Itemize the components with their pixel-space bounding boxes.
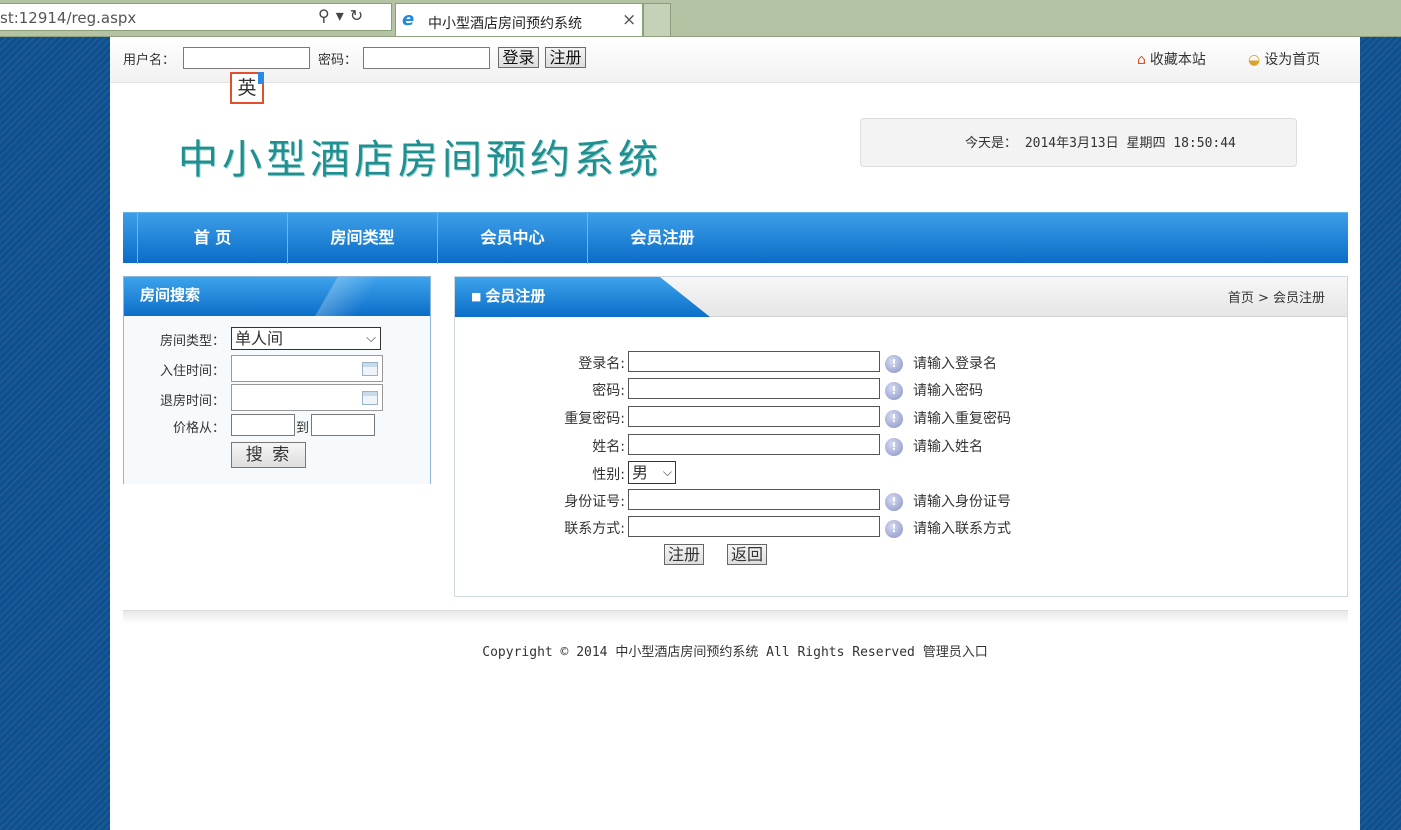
password-field-label: 密码: <box>592 383 625 399</box>
username-label: 用户名： <box>123 53 176 68</box>
real-name-hint: 请输入姓名 <box>913 439 983 455</box>
repeat-password-hint: 请输入重复密码 <box>913 411 1011 427</box>
register-panel-header: ■ 会员注册 首页 > 会员注册 <box>455 277 1347 317</box>
gender-value: 男 <box>632 463 649 482</box>
date-box: 今天是： 2014年3月13日 星期四 18:50:44 <box>860 118 1297 167</box>
repeat-password-input[interactable] <box>628 406 880 427</box>
gender-label: 性别: <box>592 467 625 483</box>
info-icon: ! <box>885 493 903 511</box>
browser-chrome: st:12914/reg.aspx ⚲▾↻ e 中小型酒店房间预约系统 × <box>0 0 1401 37</box>
nav-item-home[interactable]: 首 页 <box>137 213 287 264</box>
real-name-label: 姓名: <box>592 439 625 455</box>
calendar-icon[interactable] <box>362 362 378 376</box>
checkin-date-input[interactable] <box>231 355 383 382</box>
refresh-icon[interactable]: ↻ <box>350 6 369 25</box>
login-bar: 用户名： 密码： 登录 注册 ⌂ 收藏本站 ◒ 设为首页 <box>110 37 1360 83</box>
back-button[interactable]: 返回 <box>727 544 767 565</box>
register-panel: ■ 会员注册 首页 > 会员注册 登录名: ! 请输入登录名 密码: ! 请输入密… <box>454 276 1348 597</box>
password-hint: 请输入密码 <box>913 383 983 399</box>
room-type-label: 房间类型： <box>159 334 225 349</box>
ime-indicator: 英 <box>230 72 264 104</box>
id-number-input[interactable] <box>628 489 880 510</box>
chevron-down-icon: ⌵ <box>366 331 376 346</box>
address-icons: ⚲▾↻ <box>318 6 369 25</box>
copyright-text: Copyright © 2014 中小型酒店房间预约系统 All Rights … <box>482 645 988 660</box>
password-field-input[interactable] <box>628 378 880 399</box>
checkin-label: 入住时间： <box>159 364 225 379</box>
home-icon: ⌂ <box>1137 52 1146 68</box>
info-icon: ! <box>885 382 903 400</box>
checkout-date-input[interactable] <box>231 384 383 411</box>
tab-title: 中小型酒店房间预约系统 <box>428 16 582 32</box>
contact-hint: 请输入联系方式 <box>913 521 1011 537</box>
register-panel-title: ■ 会员注册 <box>455 277 710 317</box>
dropdown-icon[interactable]: ▾ <box>336 6 350 25</box>
hat-icon: ◒ <box>1248 52 1261 68</box>
chevron-down-icon: ⌵ <box>662 465 672 479</box>
search-icon[interactable]: ⚲ <box>318 6 336 25</box>
nav-item-member-center[interactable]: 会员中心 <box>437 213 587 264</box>
bookmark-link[interactable]: ⌂ 收藏本站 <box>1137 49 1206 69</box>
new-tab-button[interactable] <box>643 3 671 36</box>
room-search-body: 房间类型： 单人间 ⌵ 入住时间： 退房时间： 价格从： 到 搜 索 <box>124 316 430 484</box>
id-number-label: 身份证号: <box>564 494 625 510</box>
topbar-register-button[interactable]: 注册 <box>545 47 586 68</box>
login-name-label: 登录名: <box>578 356 625 372</box>
browser-tab[interactable]: e 中小型酒店房间预约系统 × <box>395 3 643 36</box>
room-search-title: 房间搜索 <box>124 277 430 316</box>
repeat-password-label: 重复密码: <box>564 411 625 427</box>
close-icon[interactable]: × <box>622 10 636 30</box>
room-search-panel: 房间搜索 房间类型： 单人间 ⌵ 入住时间： 退房时间： 价格从： 到 搜 索 <box>123 276 431 484</box>
login-name-hint: 请输入登录名 <box>913 356 997 372</box>
price-from-label: 价格从： <box>172 421 225 436</box>
footer-divider <box>123 610 1348 624</box>
address-text[interactable]: st:12914/reg.aspx <box>0 9 136 27</box>
bookmark-link-label: 收藏本站 <box>1149 52 1206 68</box>
price-max-input[interactable] <box>311 414 375 436</box>
ie-icon: e <box>402 9 415 30</box>
info-icon: ! <box>885 410 903 428</box>
real-name-input[interactable] <box>628 434 880 455</box>
password-input[interactable] <box>363 47 490 69</box>
page-container: 用户名： 密码： 登录 注册 ⌂ 收藏本站 ◒ 设为首页 英 中小型酒店房间预约系统… <box>110 37 1360 830</box>
id-number-hint: 请输入身份证号 <box>913 494 1011 510</box>
nav-item-room-types[interactable]: 房间类型 <box>287 213 437 264</box>
checkout-label: 退房时间： <box>159 394 225 409</box>
login-button[interactable]: 登录 <box>498 47 539 68</box>
register-panel-title-text: 会员注册 <box>485 287 546 305</box>
submit-register-button[interactable]: 注册 <box>664 544 704 565</box>
info-icon: ! <box>885 520 903 538</box>
contact-input[interactable] <box>628 516 880 537</box>
price-to-label: 到 <box>296 421 310 436</box>
set-homepage-link[interactable]: ◒ 设为首页 <box>1248 49 1320 69</box>
search-button[interactable]: 搜 索 <box>231 442 306 468</box>
main-nav: 首 页 房间类型 会员中心 会员注册 <box>123 212 1348 264</box>
calendar-icon[interactable] <box>362 391 378 405</box>
grid-icon: ■ <box>471 290 482 303</box>
room-type-value: 单人间 <box>235 329 284 348</box>
price-min-input[interactable] <box>231 414 295 436</box>
password-label: 密码： <box>318 53 358 68</box>
gender-select[interactable]: 男 ⌵ <box>628 461 676 484</box>
breadcrumb: 首页 > 会员注册 <box>1227 291 1325 306</box>
login-name-input[interactable] <box>628 351 880 372</box>
set-homepage-label: 设为首页 <box>1264 52 1321 68</box>
room-type-select[interactable]: 单人间 ⌵ <box>231 327 381 350</box>
nav-item-member-register[interactable]: 会员注册 <box>587 213 737 264</box>
contact-label: 联系方式: <box>564 521 625 537</box>
info-icon: ! <box>885 355 903 373</box>
current-date: 今天是： 2014年3月13日 星期四 18:50:44 <box>965 136 1236 151</box>
site-logo: 中小型酒店房间预约系统 <box>178 137 662 183</box>
username-input[interactable] <box>183 47 310 69</box>
address-bar[interactable]: st:12914/reg.aspx ⚲▾↻ <box>0 3 392 31</box>
info-icon: ! <box>885 438 903 456</box>
